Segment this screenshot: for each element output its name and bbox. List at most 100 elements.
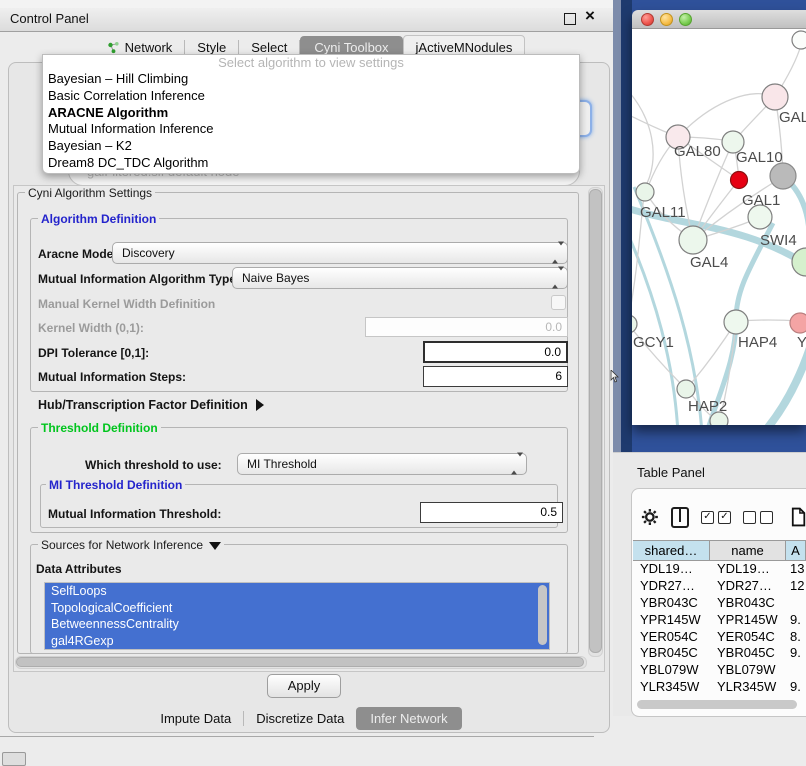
network-node-hap2[interactable]	[677, 380, 695, 398]
node-label: GAL11	[640, 204, 686, 221]
kernel-width-field[interactable]: 0.0	[365, 317, 568, 337]
table-cell[interactable]: YIL052C	[710, 696, 786, 697]
table-cell[interactable]: YBR043C	[633, 595, 710, 612]
network-node-gal4[interactable]	[679, 226, 707, 254]
float-window-icon[interactable]	[564, 13, 576, 25]
dpi-tolerance-label: DPI Tolerance [0,1]:	[38, 346, 149, 360]
collapsed-panel-icon[interactable]	[2, 752, 26, 766]
table-cell[interactable]: 9.	[786, 612, 806, 629]
network-node-y[interactable]	[790, 313, 806, 333]
network-canvas[interactable]: GALGAL80GAL10GAL1GAL11SWI4GAL4GCY1HAP4YH…	[632, 29, 806, 425]
algorithm-option[interactable]: Basic Correlation Inference	[43, 88, 579, 105]
table-row[interactable]: YER054CYER054C8.	[633, 629, 806, 646]
close-traffic-light-icon[interactable]	[641, 13, 654, 26]
algorithm-option[interactable]: Bayesian – K2	[43, 138, 579, 155]
network-node-gal11[interactable]	[636, 183, 654, 201]
table-cell[interactable]: YDR27…	[633, 578, 710, 595]
attribute-item[interactable]: BetweennessCentrality	[45, 616, 549, 633]
horizontal-scrollbar-thumb[interactable]	[16, 657, 584, 667]
which-threshold-combo[interactable]: MI Threshold	[237, 453, 527, 475]
table-row[interactable]: YLR345WYLR345W9.	[633, 679, 806, 696]
node-label: HAP4	[738, 334, 777, 351]
table-cell[interactable]: YIL052C	[633, 696, 710, 697]
table-cell[interactable]: YBL079W	[710, 662, 786, 679]
table-cell[interactable]: 9	[786, 696, 806, 697]
list-scrollbar-thumb[interactable]	[538, 585, 547, 645]
attribute-item[interactable]: gal4RGexp	[45, 633, 549, 650]
zoom-traffic-light-icon[interactable]	[679, 13, 692, 26]
tab-infer-network[interactable]: Infer Network	[356, 707, 461, 730]
table-cell[interactable]	[786, 662, 806, 679]
table-cell[interactable]: YLR345W	[710, 679, 786, 696]
column-header[interactable]: A	[786, 541, 806, 560]
table-cell[interactable]: 12	[786, 578, 806, 595]
table-scrollbar-thumb[interactable]	[637, 700, 797, 709]
table-row[interactable]: YBR045CYBR045C9.	[633, 645, 806, 662]
hub-definition-toggle[interactable]: Hub/Transcription Factor Definition	[38, 398, 264, 412]
table-cell[interactable]: 9.	[786, 679, 806, 696]
aracne-mode-combo[interactable]: Discovery	[112, 242, 568, 264]
control-panel-title: Control Panel	[10, 11, 89, 26]
network-window-titlebar[interactable]	[632, 10, 806, 29]
columns-icon[interactable]	[671, 507, 689, 528]
table-cell[interactable]: YBR045C	[710, 645, 786, 662]
table-cell[interactable]: 9.	[786, 645, 806, 662]
table-cell[interactable]: YPR145W	[710, 612, 786, 629]
data-attributes-list: SelfLoopsTopologicalCoefficientBetweenne…	[44, 582, 550, 650]
network-node-swi4[interactable]	[792, 248, 806, 276]
table-row[interactable]: YDR27…YDR27…12	[633, 578, 806, 595]
network-node-gal[interactable]	[762, 84, 788, 110]
table-cell[interactable]: YDL19…	[633, 561, 710, 578]
table-cell[interactable]: YBL079W	[633, 662, 710, 679]
table-row[interactable]: YDL19…YDL19…13	[633, 561, 806, 578]
table-cell[interactable]: YLR345W	[633, 679, 710, 696]
mi-type-combo[interactable]: Naive Bayes	[232, 267, 568, 289]
table-cell[interactable]	[786, 595, 806, 612]
manual-kernel-checkbox[interactable]	[551, 295, 566, 310]
table-cell[interactable]: 13	[786, 561, 806, 578]
manual-kernel-label: Manual Kernel Width Definition	[38, 297, 215, 311]
vertical-scrollbar-thumb[interactable]	[589, 189, 602, 653]
table-row[interactable]: YPR145WYPR145W9.	[633, 612, 806, 629]
network-node[interactable]	[731, 172, 748, 189]
table-cell[interactable]: YBR045C	[633, 645, 710, 662]
gear-icon[interactable]	[641, 507, 659, 527]
app-top-strip	[0, 0, 620, 8]
dpi-tolerance-field[interactable]: 0.0	[423, 341, 568, 363]
algorithm-option[interactable]: Dream8 DC_TDC Algorithm	[43, 155, 579, 172]
table-cell[interactable]: YDL19…	[710, 561, 786, 578]
tab-impute-data[interactable]: Impute Data	[148, 707, 243, 730]
table-cell[interactable]: YDR27…	[710, 578, 786, 595]
column-header[interactable]: shared…	[633, 541, 710, 560]
algorithm-option[interactable]: Mutual Information Inference	[43, 121, 579, 138]
table-cell[interactable]: YER054C	[633, 629, 710, 646]
table-cell[interactable]: YER054C	[710, 629, 786, 646]
column-header[interactable]: name	[710, 541, 786, 560]
sources-toggle[interactable]: Sources for Network Inference	[38, 538, 224, 552]
attribute-item[interactable]: TopologicalCoefficient	[45, 600, 549, 617]
select-unchecked-icon[interactable]	[743, 511, 773, 524]
table-cell[interactable]: YPR145W	[633, 612, 710, 629]
apply-button[interactable]: Apply	[267, 674, 341, 698]
table-cell[interactable]: 8.	[786, 629, 806, 646]
network-node[interactable]	[770, 163, 796, 189]
tab-discretize-data[interactable]: Discretize Data	[244, 707, 356, 730]
network-node-hap4[interactable]	[724, 310, 748, 334]
file-icon[interactable]	[791, 506, 806, 528]
close-icon[interactable]: ×	[585, 6, 595, 26]
minimize-traffic-light-icon[interactable]	[660, 13, 673, 26]
mi-threshold-field[interactable]: 0.5	[420, 502, 563, 523]
mi-steps-field[interactable]: 6	[423, 366, 568, 387]
table-cell[interactable]: YBR043C	[710, 595, 786, 612]
select-checked-icon[interactable]: ✓ ✓	[701, 511, 731, 524]
table-row[interactable]: YIL052CYIL052C9	[633, 696, 806, 697]
algorithm-option[interactable]: Bayesian – Hill Climbing	[43, 71, 579, 88]
table-row[interactable]: YBL079WYBL079W	[633, 662, 806, 679]
tab-label: jActiveMNodules	[416, 40, 513, 55]
node-label: GCY1	[633, 334, 674, 351]
table-row[interactable]: YBR043CYBR043C	[633, 595, 806, 612]
algorithm-option[interactable]: ARACNE Algorithm	[43, 105, 579, 122]
attribute-item[interactable]: SelfLoops	[45, 583, 549, 600]
network-node[interactable]	[792, 31, 806, 49]
network-node-gcy1[interactable]	[632, 315, 637, 333]
